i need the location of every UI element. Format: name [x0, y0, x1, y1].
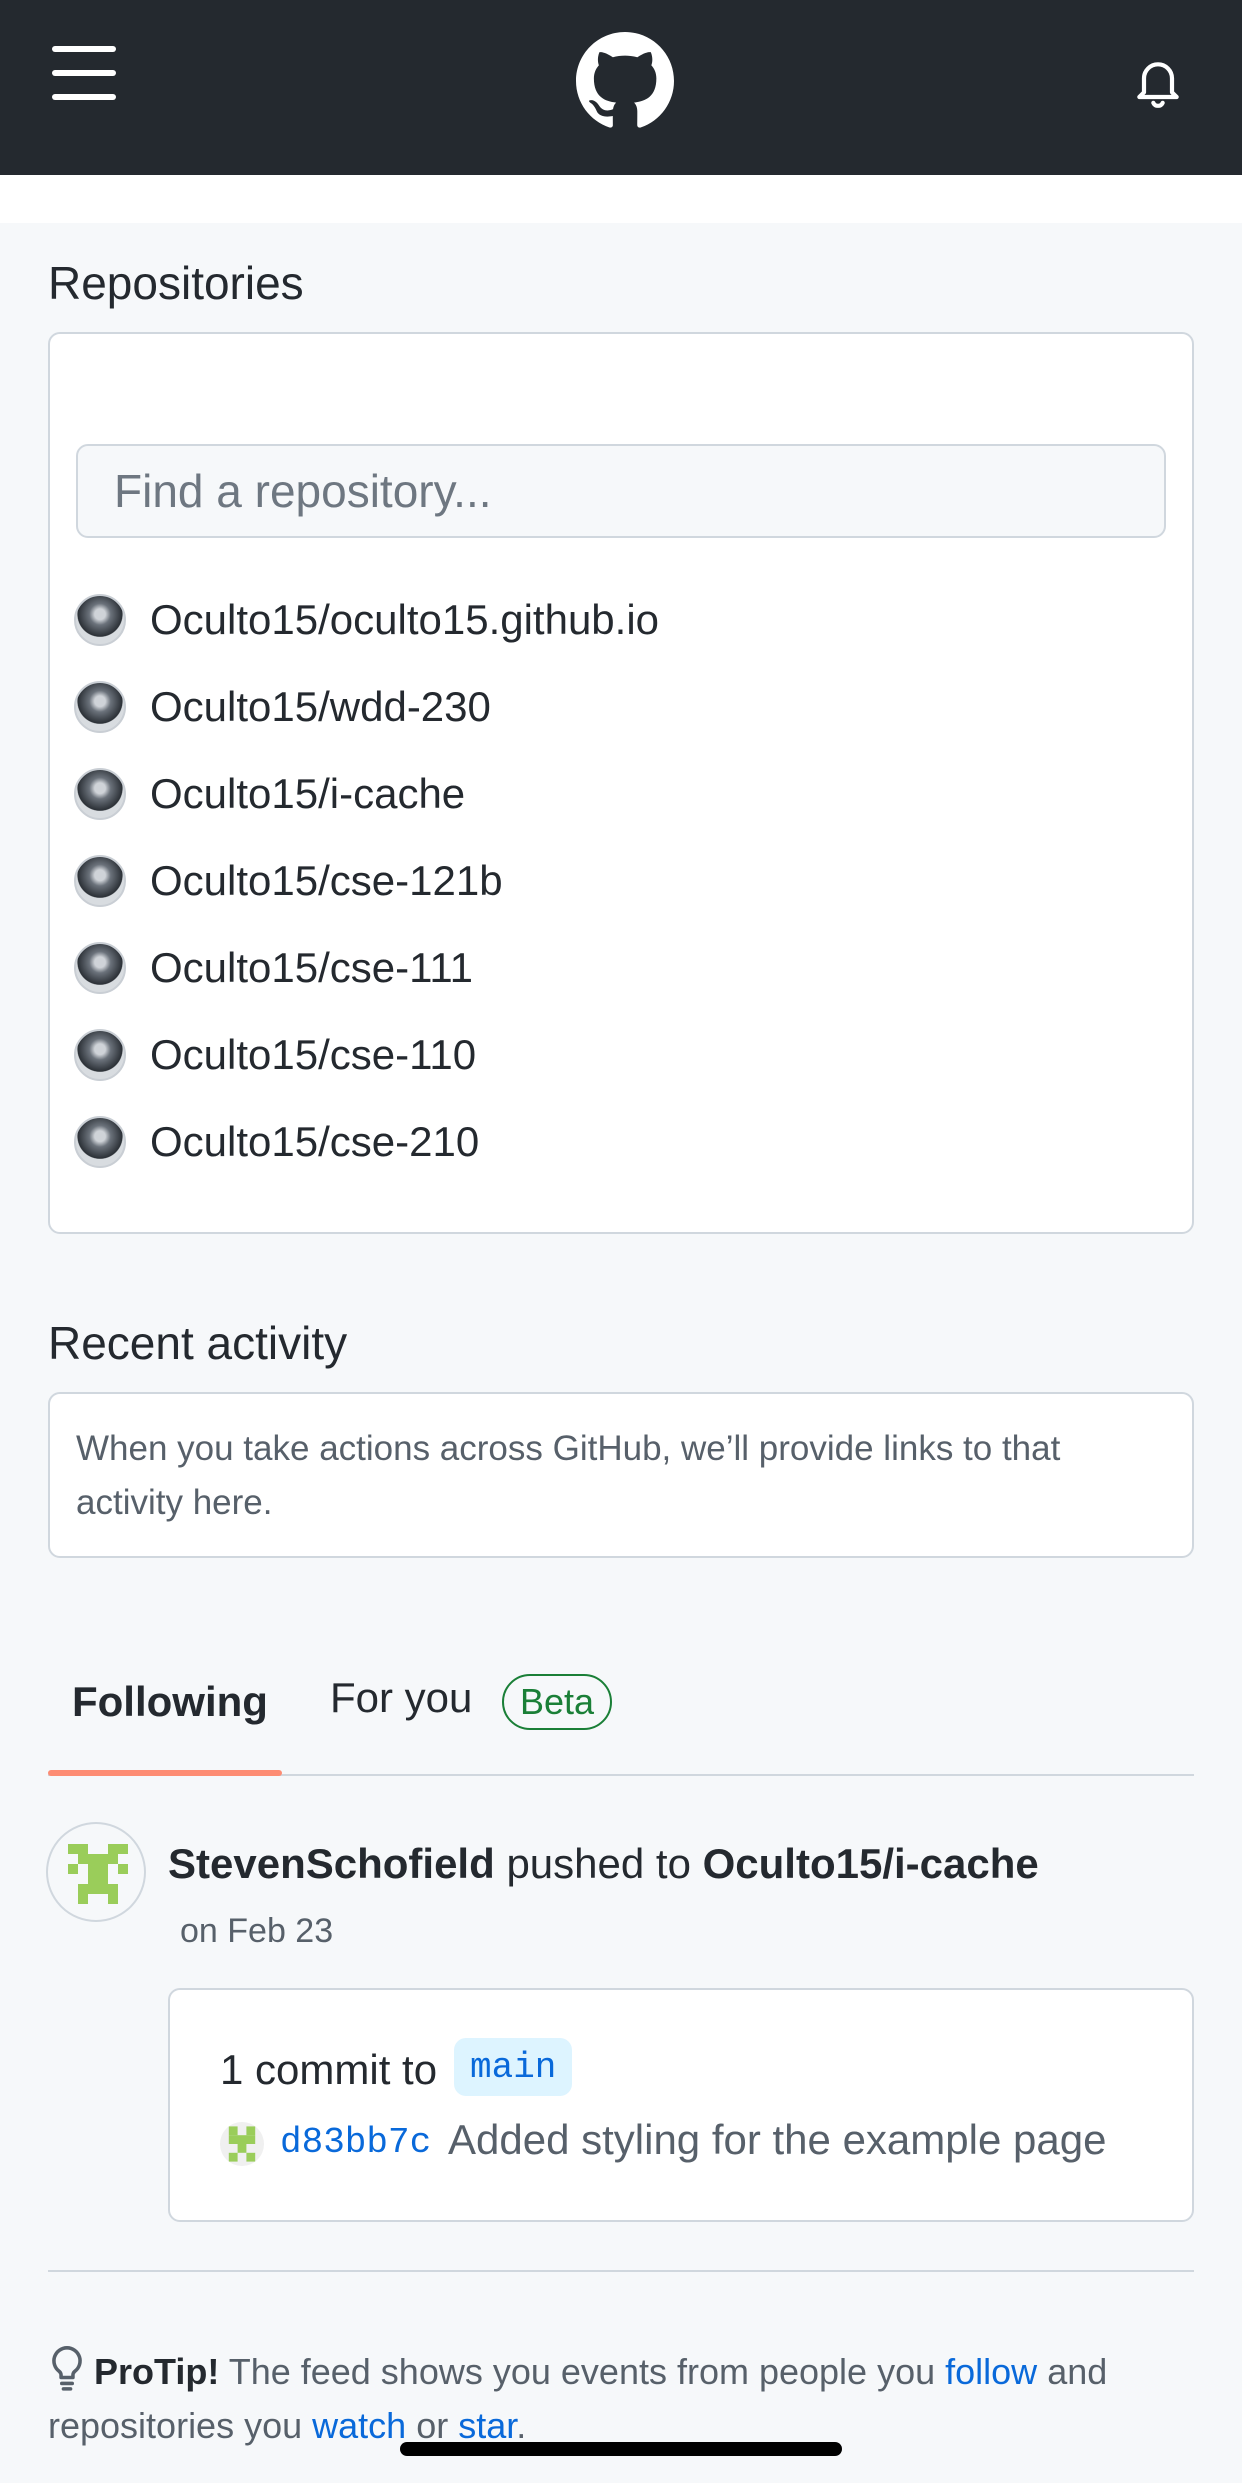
- hamburger-icon[interactable]: [52, 46, 116, 102]
- actor-link[interactable]: StevenSchofield: [168, 1840, 495, 1887]
- avatar: [74, 681, 126, 733]
- avatar: [74, 1116, 126, 1168]
- commit-count-text: 1 commit to: [220, 2046, 438, 2093]
- feed-date: on Feb 23: [180, 1912, 334, 1950]
- avatar: [74, 594, 126, 646]
- divider: [48, 2270, 1194, 2272]
- repo-item[interactable]: Oculto15/i-cache: [74, 764, 465, 824]
- watch-link[interactable]: watch: [312, 2405, 406, 2446]
- repo-link[interactable]: Oculto15/cse-110: [150, 1031, 476, 1079]
- repo-item[interactable]: Oculto15/cse-210: [74, 1112, 479, 1172]
- repo-link[interactable]: Oculto15/cse-210: [150, 1118, 479, 1166]
- star-link[interactable]: star: [458, 2405, 516, 2446]
- light-bulb-icon: [52, 2346, 82, 2391]
- header-spacer: [0, 175, 1242, 223]
- bell-icon[interactable]: [1130, 55, 1186, 111]
- repositories-panel: Oculto15/oculto15.github.io Oculto15/wdd…: [48, 332, 1194, 1234]
- repo-link[interactable]: Oculto15/cse-121b: [150, 857, 503, 905]
- feed-headline: StevenSchofield pushed to Oculto15/i-cac…: [168, 1840, 1039, 1888]
- beta-badge: Beta: [502, 1674, 613, 1730]
- protip-text: or: [416, 2405, 449, 2446]
- repository-search-input[interactable]: [76, 444, 1166, 538]
- branch-link[interactable]: main: [454, 2038, 573, 2096]
- identicon-icon: [68, 1844, 128, 1904]
- repo-item[interactable]: Oculto15/oculto15.github.io: [74, 590, 659, 650]
- feed-action-text: pushed to: [506, 1840, 691, 1887]
- repo-item[interactable]: Oculto15/cse-121b: [74, 851, 503, 911]
- repo-item[interactable]: Oculto15/wdd-230: [74, 677, 491, 737]
- avatar: [220, 2122, 264, 2166]
- repo-item[interactable]: Oculto15/cse-111: [74, 938, 473, 998]
- top-navigation-bar: [0, 0, 1242, 175]
- protip-text: and: [1047, 2351, 1108, 2392]
- repo-link[interactable]: Oculto15/i-cache: [703, 1840, 1039, 1887]
- avatar[interactable]: [46, 1822, 146, 1922]
- feed-tabs: Following For you Beta: [48, 1660, 1194, 1776]
- home-indicator: [400, 2442, 842, 2456]
- commit-message: Added styling for the example page: [448, 2116, 1107, 2163]
- repo-link[interactable]: Oculto15/i-cache: [150, 770, 465, 818]
- repo-link[interactable]: Oculto15/wdd-230: [150, 683, 491, 731]
- repo-item[interactable]: Oculto15/cse-110: [74, 1025, 476, 1085]
- avatar: [74, 855, 126, 907]
- protip-period: .: [516, 2405, 527, 2446]
- repo-link[interactable]: Oculto15/cse-111: [150, 944, 473, 992]
- repositories-heading: Repositories: [48, 257, 304, 309]
- repo-link[interactable]: Oculto15/oculto15.github.io: [150, 596, 659, 644]
- avatar: [74, 942, 126, 994]
- follow-link[interactable]: follow: [945, 2351, 1037, 2392]
- recent-activity-panel: When you take actions across GitHub, we’…: [48, 1392, 1194, 1558]
- avatar: [74, 768, 126, 820]
- active-tab-indicator: [48, 1770, 282, 1776]
- commit-card: 1 commit to main d83bb7c Added styling f…: [168, 1988, 1194, 2222]
- protip-text: The feed shows you events from people yo…: [228, 2351, 936, 2392]
- github-octocat-icon[interactable]: [576, 32, 674, 130]
- recent-activity-heading: Recent activity: [48, 1317, 348, 1369]
- avatar: [74, 1029, 126, 1081]
- recent-activity-message-line2: activity here.: [76, 1483, 273, 1522]
- protip-text: repositories you: [48, 2405, 303, 2446]
- protip: ProTip! The feed shows you events from p…: [48, 2344, 1208, 2453]
- tab-for-you[interactable]: For you: [330, 1674, 472, 1722]
- tab-following[interactable]: Following: [72, 1678, 268, 1726]
- commit-sha-link[interactable]: d83bb7c: [280, 2122, 431, 2163]
- recent-activity-message-line1: When you take actions across GitHub, we’…: [76, 1429, 1061, 1468]
- identicon-icon: [228, 2126, 256, 2162]
- protip-label: ProTip!: [94, 2351, 220, 2392]
